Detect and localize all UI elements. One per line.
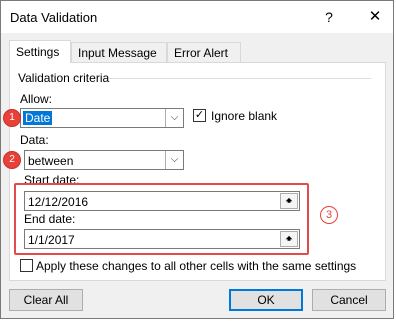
apply-to-all-checkbox[interactable] xyxy=(20,259,33,272)
validation-criteria-heading: Validation criteria xyxy=(18,71,110,85)
allow-label: Allow: xyxy=(20,92,53,106)
data-label: Data: xyxy=(20,133,49,147)
cancel-button[interactable]: Cancel xyxy=(312,289,386,311)
tab-error-alert[interactable]: Error Alert xyxy=(167,42,241,62)
data-value: between xyxy=(28,154,74,168)
tab-input-message[interactable]: Input Message xyxy=(71,42,167,62)
step-marker-3: 3 xyxy=(320,206,338,224)
help-icon[interactable]: ? xyxy=(319,7,339,27)
clear-all-button[interactable]: Clear All xyxy=(9,289,83,311)
allow-dropdown[interactable]: Date ⌵ xyxy=(20,108,184,128)
settings-panel: Validation criteria Allow: Date ⌵ ✓ Igno… xyxy=(9,62,386,281)
date-range-highlight xyxy=(14,183,309,255)
step-marker-1: 1 xyxy=(3,109,21,127)
apply-to-all-label[interactable]: Apply these changes to all other cells w… xyxy=(36,259,356,273)
chevron-down-icon[interactable]: ⌵ xyxy=(165,109,183,127)
step-marker-2: 2 xyxy=(3,151,21,169)
ignore-blank-checkbox[interactable]: ✓ xyxy=(193,109,206,122)
tab-settings[interactable]: Settings xyxy=(9,40,71,63)
dialog-title: Data Validation xyxy=(10,10,98,25)
title-bar: Data Validation ? ✕ xyxy=(1,1,393,33)
ok-button[interactable]: OK xyxy=(229,289,303,311)
data-validation-dialog: Data Validation ? ✕ Settings Input Messa… xyxy=(0,0,394,319)
ignore-blank-label[interactable]: Ignore blank xyxy=(211,109,277,123)
allow-value: Date xyxy=(23,111,53,125)
chevron-down-icon[interactable]: ⌵ xyxy=(165,151,183,169)
close-icon[interactable]: ✕ xyxy=(365,7,385,27)
data-dropdown[interactable]: between ⌵ xyxy=(24,150,184,170)
group-divider xyxy=(109,78,371,79)
